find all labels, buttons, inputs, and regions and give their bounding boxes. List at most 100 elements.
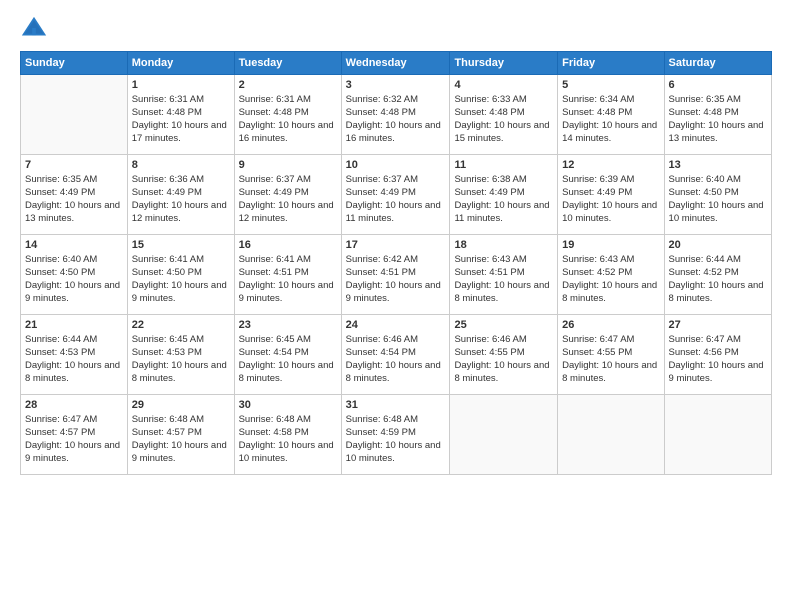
day-number: 29 [132, 398, 230, 413]
calendar-cell: 31Sunrise: 6:48 AM Sunset: 4:59 PM Dayli… [341, 395, 450, 475]
calendar-cell: 12Sunrise: 6:39 AM Sunset: 4:49 PM Dayli… [558, 155, 664, 235]
day-number: 18 [454, 238, 553, 253]
calendar-cell: 24Sunrise: 6:46 AM Sunset: 4:54 PM Dayli… [341, 315, 450, 395]
header [20, 15, 772, 43]
calendar-cell: 30Sunrise: 6:48 AM Sunset: 4:58 PM Dayli… [234, 395, 341, 475]
day-number: 20 [669, 238, 767, 253]
day-info: Sunrise: 6:44 AM Sunset: 4:52 PM Dayligh… [669, 254, 767, 305]
day-number: 1 [132, 78, 230, 93]
day-number: 17 [346, 238, 446, 253]
week-row-2: 7Sunrise: 6:35 AM Sunset: 4:49 PM Daylig… [21, 155, 772, 235]
day-number: 10 [346, 158, 446, 173]
day-number: 28 [25, 398, 123, 413]
calendar-cell: 6Sunrise: 6:35 AM Sunset: 4:48 PM Daylig… [664, 75, 771, 155]
calendar-body: 1Sunrise: 6:31 AM Sunset: 4:48 PM Daylig… [21, 75, 772, 475]
week-row-3: 14Sunrise: 6:40 AM Sunset: 4:50 PM Dayli… [21, 235, 772, 315]
day-info: Sunrise: 6:45 AM Sunset: 4:53 PM Dayligh… [132, 334, 230, 385]
day-info: Sunrise: 6:32 AM Sunset: 4:48 PM Dayligh… [346, 94, 446, 145]
calendar-cell [21, 75, 128, 155]
day-number: 16 [239, 238, 337, 253]
day-info: Sunrise: 6:48 AM Sunset: 4:59 PM Dayligh… [346, 414, 446, 465]
day-number: 14 [25, 238, 123, 253]
day-info: Sunrise: 6:41 AM Sunset: 4:50 PM Dayligh… [132, 254, 230, 305]
calendar-cell: 13Sunrise: 6:40 AM Sunset: 4:50 PM Dayli… [664, 155, 771, 235]
calendar-cell: 29Sunrise: 6:48 AM Sunset: 4:57 PM Dayli… [127, 395, 234, 475]
day-info: Sunrise: 6:46 AM Sunset: 4:55 PM Dayligh… [454, 334, 553, 385]
week-row-1: 1Sunrise: 6:31 AM Sunset: 4:48 PM Daylig… [21, 75, 772, 155]
calendar-cell: 10Sunrise: 6:37 AM Sunset: 4:49 PM Dayli… [341, 155, 450, 235]
header-day-friday: Friday [558, 52, 664, 75]
day-info: Sunrise: 6:36 AM Sunset: 4:49 PM Dayligh… [132, 174, 230, 225]
day-info: Sunrise: 6:35 AM Sunset: 4:48 PM Dayligh… [669, 94, 767, 145]
day-info: Sunrise: 6:35 AM Sunset: 4:49 PM Dayligh… [25, 174, 123, 225]
day-info: Sunrise: 6:31 AM Sunset: 4:48 PM Dayligh… [132, 94, 230, 145]
day-number: 30 [239, 398, 337, 413]
day-number: 9 [239, 158, 337, 173]
day-number: 31 [346, 398, 446, 413]
day-number: 26 [562, 318, 659, 333]
day-number: 5 [562, 78, 659, 93]
day-info: Sunrise: 6:33 AM Sunset: 4:48 PM Dayligh… [454, 94, 553, 145]
day-info: Sunrise: 6:39 AM Sunset: 4:49 PM Dayligh… [562, 174, 659, 225]
header-day-saturday: Saturday [664, 52, 771, 75]
day-info: Sunrise: 6:42 AM Sunset: 4:51 PM Dayligh… [346, 254, 446, 305]
calendar-cell: 3Sunrise: 6:32 AM Sunset: 4:48 PM Daylig… [341, 75, 450, 155]
day-number: 24 [346, 318, 446, 333]
day-number: 27 [669, 318, 767, 333]
day-info: Sunrise: 6:45 AM Sunset: 4:54 PM Dayligh… [239, 334, 337, 385]
calendar-cell: 28Sunrise: 6:47 AM Sunset: 4:57 PM Dayli… [21, 395, 128, 475]
calendar-cell: 23Sunrise: 6:45 AM Sunset: 4:54 PM Dayli… [234, 315, 341, 395]
day-info: Sunrise: 6:43 AM Sunset: 4:51 PM Dayligh… [454, 254, 553, 305]
calendar-cell: 17Sunrise: 6:42 AM Sunset: 4:51 PM Dayli… [341, 235, 450, 315]
day-number: 3 [346, 78, 446, 93]
day-number: 13 [669, 158, 767, 173]
calendar-cell: 14Sunrise: 6:40 AM Sunset: 4:50 PM Dayli… [21, 235, 128, 315]
week-row-4: 21Sunrise: 6:44 AM Sunset: 4:53 PM Dayli… [21, 315, 772, 395]
calendar-cell: 22Sunrise: 6:45 AM Sunset: 4:53 PM Dayli… [127, 315, 234, 395]
day-info: Sunrise: 6:47 AM Sunset: 4:56 PM Dayligh… [669, 334, 767, 385]
day-number: 15 [132, 238, 230, 253]
week-row-5: 28Sunrise: 6:47 AM Sunset: 4:57 PM Dayli… [21, 395, 772, 475]
calendar-cell [664, 395, 771, 475]
day-info: Sunrise: 6:40 AM Sunset: 4:50 PM Dayligh… [669, 174, 767, 225]
calendar-cell: 18Sunrise: 6:43 AM Sunset: 4:51 PM Dayli… [450, 235, 558, 315]
day-info: Sunrise: 6:40 AM Sunset: 4:50 PM Dayligh… [25, 254, 123, 305]
header-day-thursday: Thursday [450, 52, 558, 75]
calendar-cell: 15Sunrise: 6:41 AM Sunset: 4:50 PM Dayli… [127, 235, 234, 315]
header-row: SundayMondayTuesdayWednesdayThursdayFrid… [21, 52, 772, 75]
calendar-cell: 20Sunrise: 6:44 AM Sunset: 4:52 PM Dayli… [664, 235, 771, 315]
logo-icon [20, 15, 48, 43]
logo [20, 15, 52, 43]
day-info: Sunrise: 6:31 AM Sunset: 4:48 PM Dayligh… [239, 94, 337, 145]
day-number: 2 [239, 78, 337, 93]
calendar-cell: 5Sunrise: 6:34 AM Sunset: 4:48 PM Daylig… [558, 75, 664, 155]
calendar-cell: 7Sunrise: 6:35 AM Sunset: 4:49 PM Daylig… [21, 155, 128, 235]
day-info: Sunrise: 6:48 AM Sunset: 4:57 PM Dayligh… [132, 414, 230, 465]
day-info: Sunrise: 6:34 AM Sunset: 4:48 PM Dayligh… [562, 94, 659, 145]
day-info: Sunrise: 6:47 AM Sunset: 4:55 PM Dayligh… [562, 334, 659, 385]
calendar-cell: 2Sunrise: 6:31 AM Sunset: 4:48 PM Daylig… [234, 75, 341, 155]
day-info: Sunrise: 6:44 AM Sunset: 4:53 PM Dayligh… [25, 334, 123, 385]
calendar-cell: 25Sunrise: 6:46 AM Sunset: 4:55 PM Dayli… [450, 315, 558, 395]
header-day-monday: Monday [127, 52, 234, 75]
day-number: 12 [562, 158, 659, 173]
calendar-cell [450, 395, 558, 475]
calendar-cell [558, 395, 664, 475]
day-info: Sunrise: 6:47 AM Sunset: 4:57 PM Dayligh… [25, 414, 123, 465]
day-info: Sunrise: 6:48 AM Sunset: 4:58 PM Dayligh… [239, 414, 337, 465]
calendar-cell: 16Sunrise: 6:41 AM Sunset: 4:51 PM Dayli… [234, 235, 341, 315]
day-number: 22 [132, 318, 230, 333]
day-info: Sunrise: 6:37 AM Sunset: 4:49 PM Dayligh… [239, 174, 337, 225]
header-day-tuesday: Tuesday [234, 52, 341, 75]
calendar-cell: 21Sunrise: 6:44 AM Sunset: 4:53 PM Dayli… [21, 315, 128, 395]
calendar-header: SundayMondayTuesdayWednesdayThursdayFrid… [21, 52, 772, 75]
calendar-cell: 8Sunrise: 6:36 AM Sunset: 4:49 PM Daylig… [127, 155, 234, 235]
calendar-table: SundayMondayTuesdayWednesdayThursdayFrid… [20, 51, 772, 475]
day-number: 4 [454, 78, 553, 93]
day-info: Sunrise: 6:38 AM Sunset: 4:49 PM Dayligh… [454, 174, 553, 225]
day-info: Sunrise: 6:37 AM Sunset: 4:49 PM Dayligh… [346, 174, 446, 225]
day-info: Sunrise: 6:43 AM Sunset: 4:52 PM Dayligh… [562, 254, 659, 305]
day-info: Sunrise: 6:41 AM Sunset: 4:51 PM Dayligh… [239, 254, 337, 305]
day-number: 19 [562, 238, 659, 253]
day-number: 21 [25, 318, 123, 333]
